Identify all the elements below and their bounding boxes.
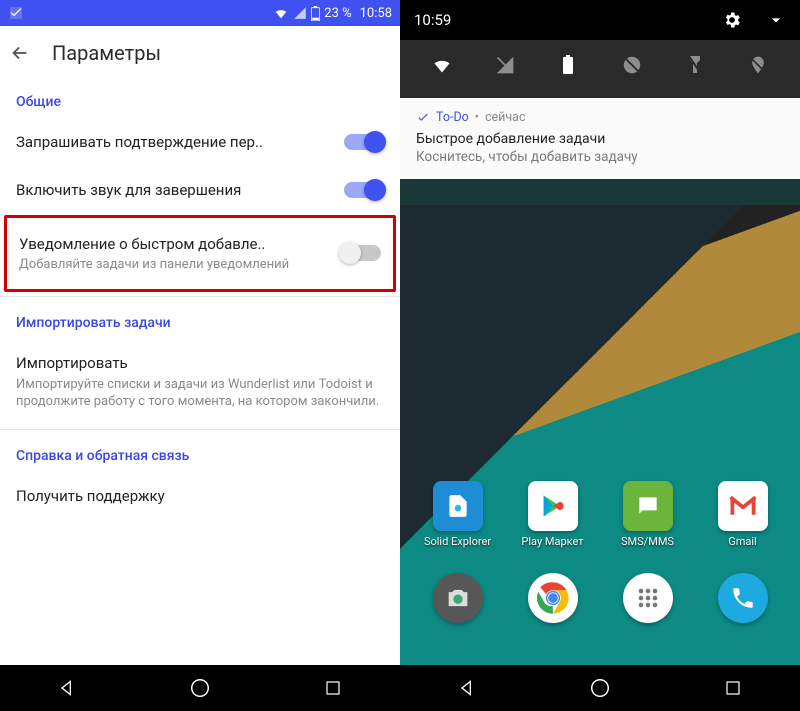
nav-home-icon[interactable] (589, 677, 611, 699)
phone-homescreen: 10:59 (400, 0, 800, 711)
app-label: Solid Explorer (424, 535, 491, 548)
setting-sublabel: Добавляйте задачи из панели уведомлений (19, 256, 329, 274)
setting-sublabel: Импортируйте списки и задачи из Wunderli… (16, 376, 384, 411)
setting-completion-sound[interactable]: Включить звук для завершения (0, 166, 400, 214)
expand-icon[interactable] (766, 10, 786, 30)
notification-time: сейчас (485, 110, 526, 125)
nav-home-icon[interactable] (189, 677, 211, 699)
todo-app-icon (416, 111, 430, 125)
setting-quick-add-notification[interactable]: Уведомление о быстром добавле.. Добавляй… (7, 218, 393, 290)
battery-pct: 23 % (324, 6, 351, 21)
app-label: Gmail (728, 535, 756, 548)
setting-label: Импортировать (16, 353, 384, 373)
app-icon (433, 481, 483, 531)
app-phone[interactable] (703, 573, 783, 623)
highlighted-setting: Уведомление о быстром добавле.. Добавляй… (4, 215, 396, 293)
nav-back-icon[interactable] (456, 677, 478, 699)
nav-recent-icon[interactable] (722, 677, 744, 699)
section-general-header: Общие (0, 80, 400, 118)
nav-recent-icon[interactable] (322, 677, 344, 699)
android-navbar (400, 665, 800, 711)
app-camera[interactable] (418, 573, 498, 623)
setting-label: Включить звук для завершения (16, 180, 332, 200)
back-icon[interactable] (8, 41, 32, 65)
app-icon (623, 573, 673, 623)
signal-icon (293, 6, 307, 20)
nav-back-icon[interactable] (56, 677, 78, 699)
app-play-market[interactable]: Play Маркет (513, 481, 593, 548)
wifi-icon[interactable] (431, 54, 453, 76)
dnd-icon[interactable] (621, 54, 643, 76)
appbar: Параметры (0, 26, 400, 80)
app-badge-icon (8, 5, 24, 21)
setting-label: Запрашивать подтверждение пер.. (16, 132, 332, 152)
apps-row: Solid Explorer Play Маркет SMS/MMS Gmail (400, 481, 800, 548)
wallpaper: Solid Explorer Play Маркет SMS/MMS Gmail (400, 205, 800, 665)
app-icon (433, 573, 483, 623)
divider (0, 429, 400, 430)
toggle-sound[interactable] (344, 182, 384, 198)
app-label: Play Маркет (521, 535, 583, 548)
setting-import[interactable]: Импортировать Импортируйте списки и зада… (0, 339, 400, 424)
toggle-quick-add[interactable] (341, 245, 381, 261)
battery-icon[interactable] (557, 54, 579, 76)
wifi-icon (273, 6, 289, 20)
flashlight-icon[interactable] (684, 54, 706, 76)
app-label: SMS/MMS (621, 535, 674, 548)
battery-icon (311, 6, 320, 21)
section-help-header: Справка и обратная связь (0, 434, 400, 472)
app-icon (718, 481, 768, 531)
notification-title: Быстрое добавление задачи (416, 131, 784, 147)
app-icon (718, 573, 768, 623)
apps-row (400, 573, 800, 623)
app-chrome[interactable] (513, 573, 593, 623)
location-icon[interactable] (747, 54, 769, 76)
app-solid-explorer[interactable]: Solid Explorer (418, 481, 498, 548)
app-icon (528, 573, 578, 623)
setting-label: Получить поддержку (16, 486, 384, 506)
notification-shade: 10:59 (400, 0, 800, 98)
section-import-header: Импортировать задачи (0, 301, 400, 339)
quick-settings-row (400, 40, 800, 98)
setting-confirm-delete[interactable]: Запрашивать подтверждение пер.. (0, 118, 400, 166)
notification-card[interactable]: To-Do • сейчас Быстрое добавление задачи… (400, 98, 800, 179)
setting-label: Уведомление о быстром добавле.. (19, 234, 329, 254)
signal-icon[interactable] (494, 54, 516, 76)
clock: 10:59 (414, 11, 451, 29)
setting-support[interactable]: Получить поддержку (0, 472, 400, 512)
app-drawer[interactable] (608, 573, 688, 623)
clock: 10:58 (360, 6, 392, 21)
phone-settings: 23 % 10:58 Параметры Общие Запрашивать п… (0, 0, 400, 711)
statusbar: 23 % 10:58 (0, 0, 400, 26)
divider (0, 296, 400, 297)
page-title: Параметры (52, 41, 161, 65)
app-icon (623, 481, 673, 531)
app-gmail[interactable]: Gmail (703, 481, 783, 548)
notification-app-name: To-Do (436, 110, 469, 125)
android-navbar (0, 665, 400, 711)
toggle-confirm[interactable] (344, 134, 384, 150)
app-icon (528, 481, 578, 531)
settings-icon[interactable] (722, 10, 742, 30)
notification-body: Коснитесь, чтобы добавить задачу (416, 149, 784, 165)
separator: • (475, 110, 479, 125)
app-sms[interactable]: SMS/MMS (608, 481, 688, 548)
